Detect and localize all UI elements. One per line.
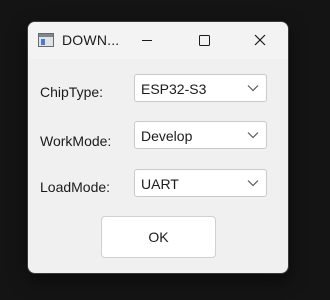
ok-button[interactable]: OK bbox=[101, 216, 216, 258]
chip-type-value: ESP32-S3 bbox=[141, 81, 207, 97]
window-title: DOWN... bbox=[62, 32, 120, 48]
chevron-down-icon bbox=[247, 85, 259, 92]
close-button[interactable] bbox=[237, 22, 283, 59]
chip-type-select[interactable]: ESP32-S3 bbox=[134, 74, 267, 102]
title-bar[interactable]: DOWN... bbox=[28, 22, 288, 59]
maximize-button[interactable] bbox=[181, 22, 227, 59]
work-mode-select[interactable]: Develop bbox=[134, 121, 267, 149]
work-mode-value: Develop bbox=[141, 128, 193, 144]
close-icon bbox=[254, 34, 266, 46]
chip-type-label: ChipType: bbox=[40, 84, 104, 100]
app-window-icon bbox=[38, 33, 54, 47]
load-mode-select[interactable]: UART bbox=[134, 169, 267, 197]
load-mode-label: LoadMode: bbox=[40, 179, 111, 195]
chevron-down-icon bbox=[247, 180, 259, 187]
minimize-button[interactable] bbox=[124, 22, 170, 59]
dialog-window: DOWN... ChipType: ESP32-S3 WorkMode: Dev… bbox=[28, 22, 288, 273]
work-mode-label: WorkMode: bbox=[40, 133, 112, 149]
chevron-down-icon bbox=[247, 132, 259, 139]
minimize-icon bbox=[142, 40, 152, 41]
maximize-icon bbox=[199, 35, 210, 46]
load-mode-value: UART bbox=[141, 176, 179, 192]
